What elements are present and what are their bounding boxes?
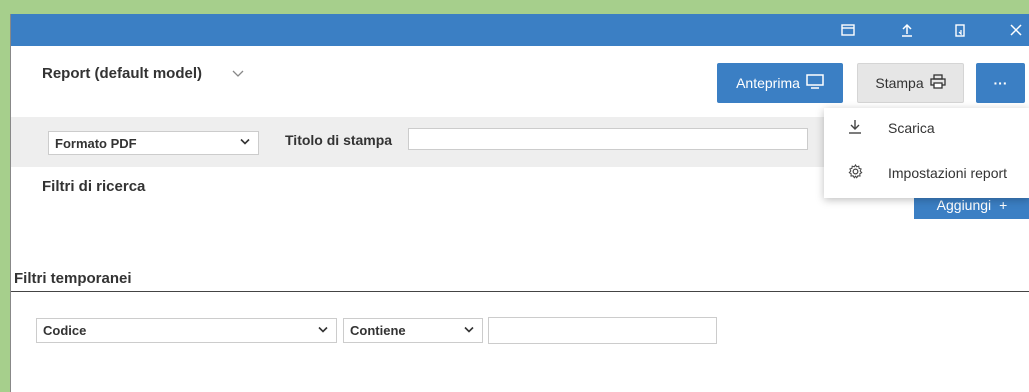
search-filters-title: Filtri di ricerca	[42, 178, 146, 195]
add-filter-label: Aggiungi	[936, 197, 992, 213]
more-button[interactable]: ···	[976, 63, 1025, 103]
menu-item-report-settings[interactable]: Impostazioni report	[824, 153, 1029, 193]
window-icon[interactable]	[837, 20, 859, 40]
download-icon	[848, 119, 862, 138]
menu-item-download-label: Scarica	[888, 120, 935, 136]
temporary-filters-title: Filtri temporanei	[14, 270, 132, 287]
plus-icon: +	[999, 197, 1008, 213]
print-label: Stampa	[875, 75, 924, 91]
report-model-title[interactable]: Report (default model)	[42, 65, 202, 82]
upload-icon[interactable]	[896, 20, 918, 40]
chevron-down-icon	[318, 325, 328, 336]
chevron-down-icon	[464, 325, 474, 336]
print-button[interactable]: Stampa	[857, 63, 964, 103]
format-select[interactable]: Formato PDF	[48, 131, 259, 155]
filter-field-select[interactable]: Codice	[36, 318, 337, 343]
print-title-label: Titolo di stampa	[285, 132, 393, 148]
chevron-down-icon	[240, 138, 250, 149]
bookmark-icon[interactable]	[949, 20, 971, 40]
filter-operator-value: Contiene	[350, 323, 406, 338]
monitor-icon	[806, 74, 824, 92]
preview-button[interactable]: Anteprima	[717, 63, 843, 103]
printer-icon	[929, 74, 946, 92]
print-title-input[interactable]	[408, 128, 808, 150]
filter-operator-select[interactable]: Contiene	[343, 318, 483, 343]
format-value: Formato PDF	[55, 135, 137, 151]
title-bar	[11, 14, 1029, 46]
preview-label: Anteprima	[736, 75, 800, 91]
filter-value-input[interactable]	[488, 317, 717, 344]
gear-icon	[848, 163, 863, 183]
menu-item-download[interactable]: Scarica	[824, 108, 1029, 148]
close-icon[interactable]	[1005, 20, 1027, 40]
report-window: Report (default model) Anteprima Stampa …	[10, 14, 1029, 392]
filter-field-value: Codice	[43, 323, 87, 338]
section-divider	[11, 291, 1029, 292]
chevron-down-icon[interactable]	[232, 66, 244, 81]
menu-item-report-settings-label: Impostazioni report	[888, 165, 1008, 181]
more-menu: Scarica Impostazioni report	[824, 108, 1029, 198]
